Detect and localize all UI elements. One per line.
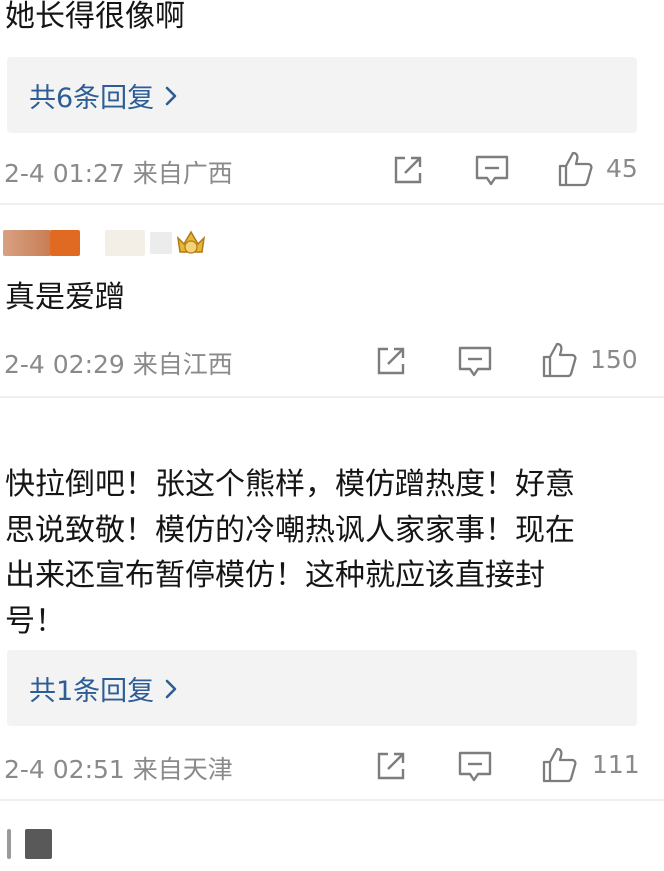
comment-divider (0, 203, 664, 205)
comment-text-line: 思说致敬！模仿的冷嘲热讽人家家事！现在 (5, 512, 575, 548)
comment-text: 快拉倒吧！张这个熊样，模仿蹭热度！好意 思说致敬！模仿的冷嘲热讽人家家事！现在 … (5, 462, 655, 644)
view-replies-link[interactable]: 共1条回复 (29, 669, 178, 708)
comment-text-line: 号！ (5, 603, 65, 639)
comment-divider (0, 396, 664, 398)
thumbs-up-icon[interactable] (556, 150, 594, 188)
comment-text-line: 出来还宣布暂停模仿！这种就应该直接封 (5, 558, 545, 594)
comment-text: 她长得很像啊 (5, 0, 185, 34)
chevron-right-icon (165, 86, 177, 105)
chevron-right-icon (165, 679, 177, 698)
comment-icon[interactable] (457, 750, 493, 784)
comment-divider (0, 799, 664, 801)
comment-text: 真是爱蹭 (5, 280, 125, 315)
comment-timestamp-location: 2-4 01:27 来自广西 (4, 159, 233, 188)
comment-text-line: 快拉倒吧！张这个熊样，模仿蹭热度！好意 (5, 467, 575, 502)
like-count: 111 (592, 750, 640, 779)
reply-preview-box[interactable]: 共6条回复 (7, 57, 637, 133)
share-icon[interactable] (374, 344, 408, 378)
reply-preview-box[interactable]: 共1条回复 (7, 650, 637, 726)
crown-badge-icon (176, 230, 206, 254)
like-count: 150 (590, 345, 638, 374)
comment-meta-row: 2-4 02:51 来自天津 111 (0, 740, 664, 790)
comment-meta-row: 2-4 01:27 来自广西 45 (0, 144, 664, 194)
thumbs-up-icon[interactable] (540, 746, 578, 784)
comment-timestamp-location: 2-4 02:29 来自江西 (4, 350, 233, 379)
view-replies-link[interactable]: 共6条回复 (29, 76, 178, 115)
reply-count-label: 共1条回复 (29, 676, 155, 707)
thumbs-up-icon[interactable] (540, 341, 578, 379)
reply-count-label: 共6条回复 (29, 83, 155, 114)
comment-timestamp-location: 2-4 02:51 来自天津 (4, 755, 233, 784)
comment-icon[interactable] (474, 154, 510, 188)
comment-icon[interactable] (457, 345, 493, 379)
share-icon[interactable] (391, 153, 425, 187)
comment-meta-row: 2-4 02:29 来自江西 150 (0, 335, 664, 385)
like-count: 45 (606, 154, 638, 183)
share-icon[interactable] (374, 749, 408, 783)
